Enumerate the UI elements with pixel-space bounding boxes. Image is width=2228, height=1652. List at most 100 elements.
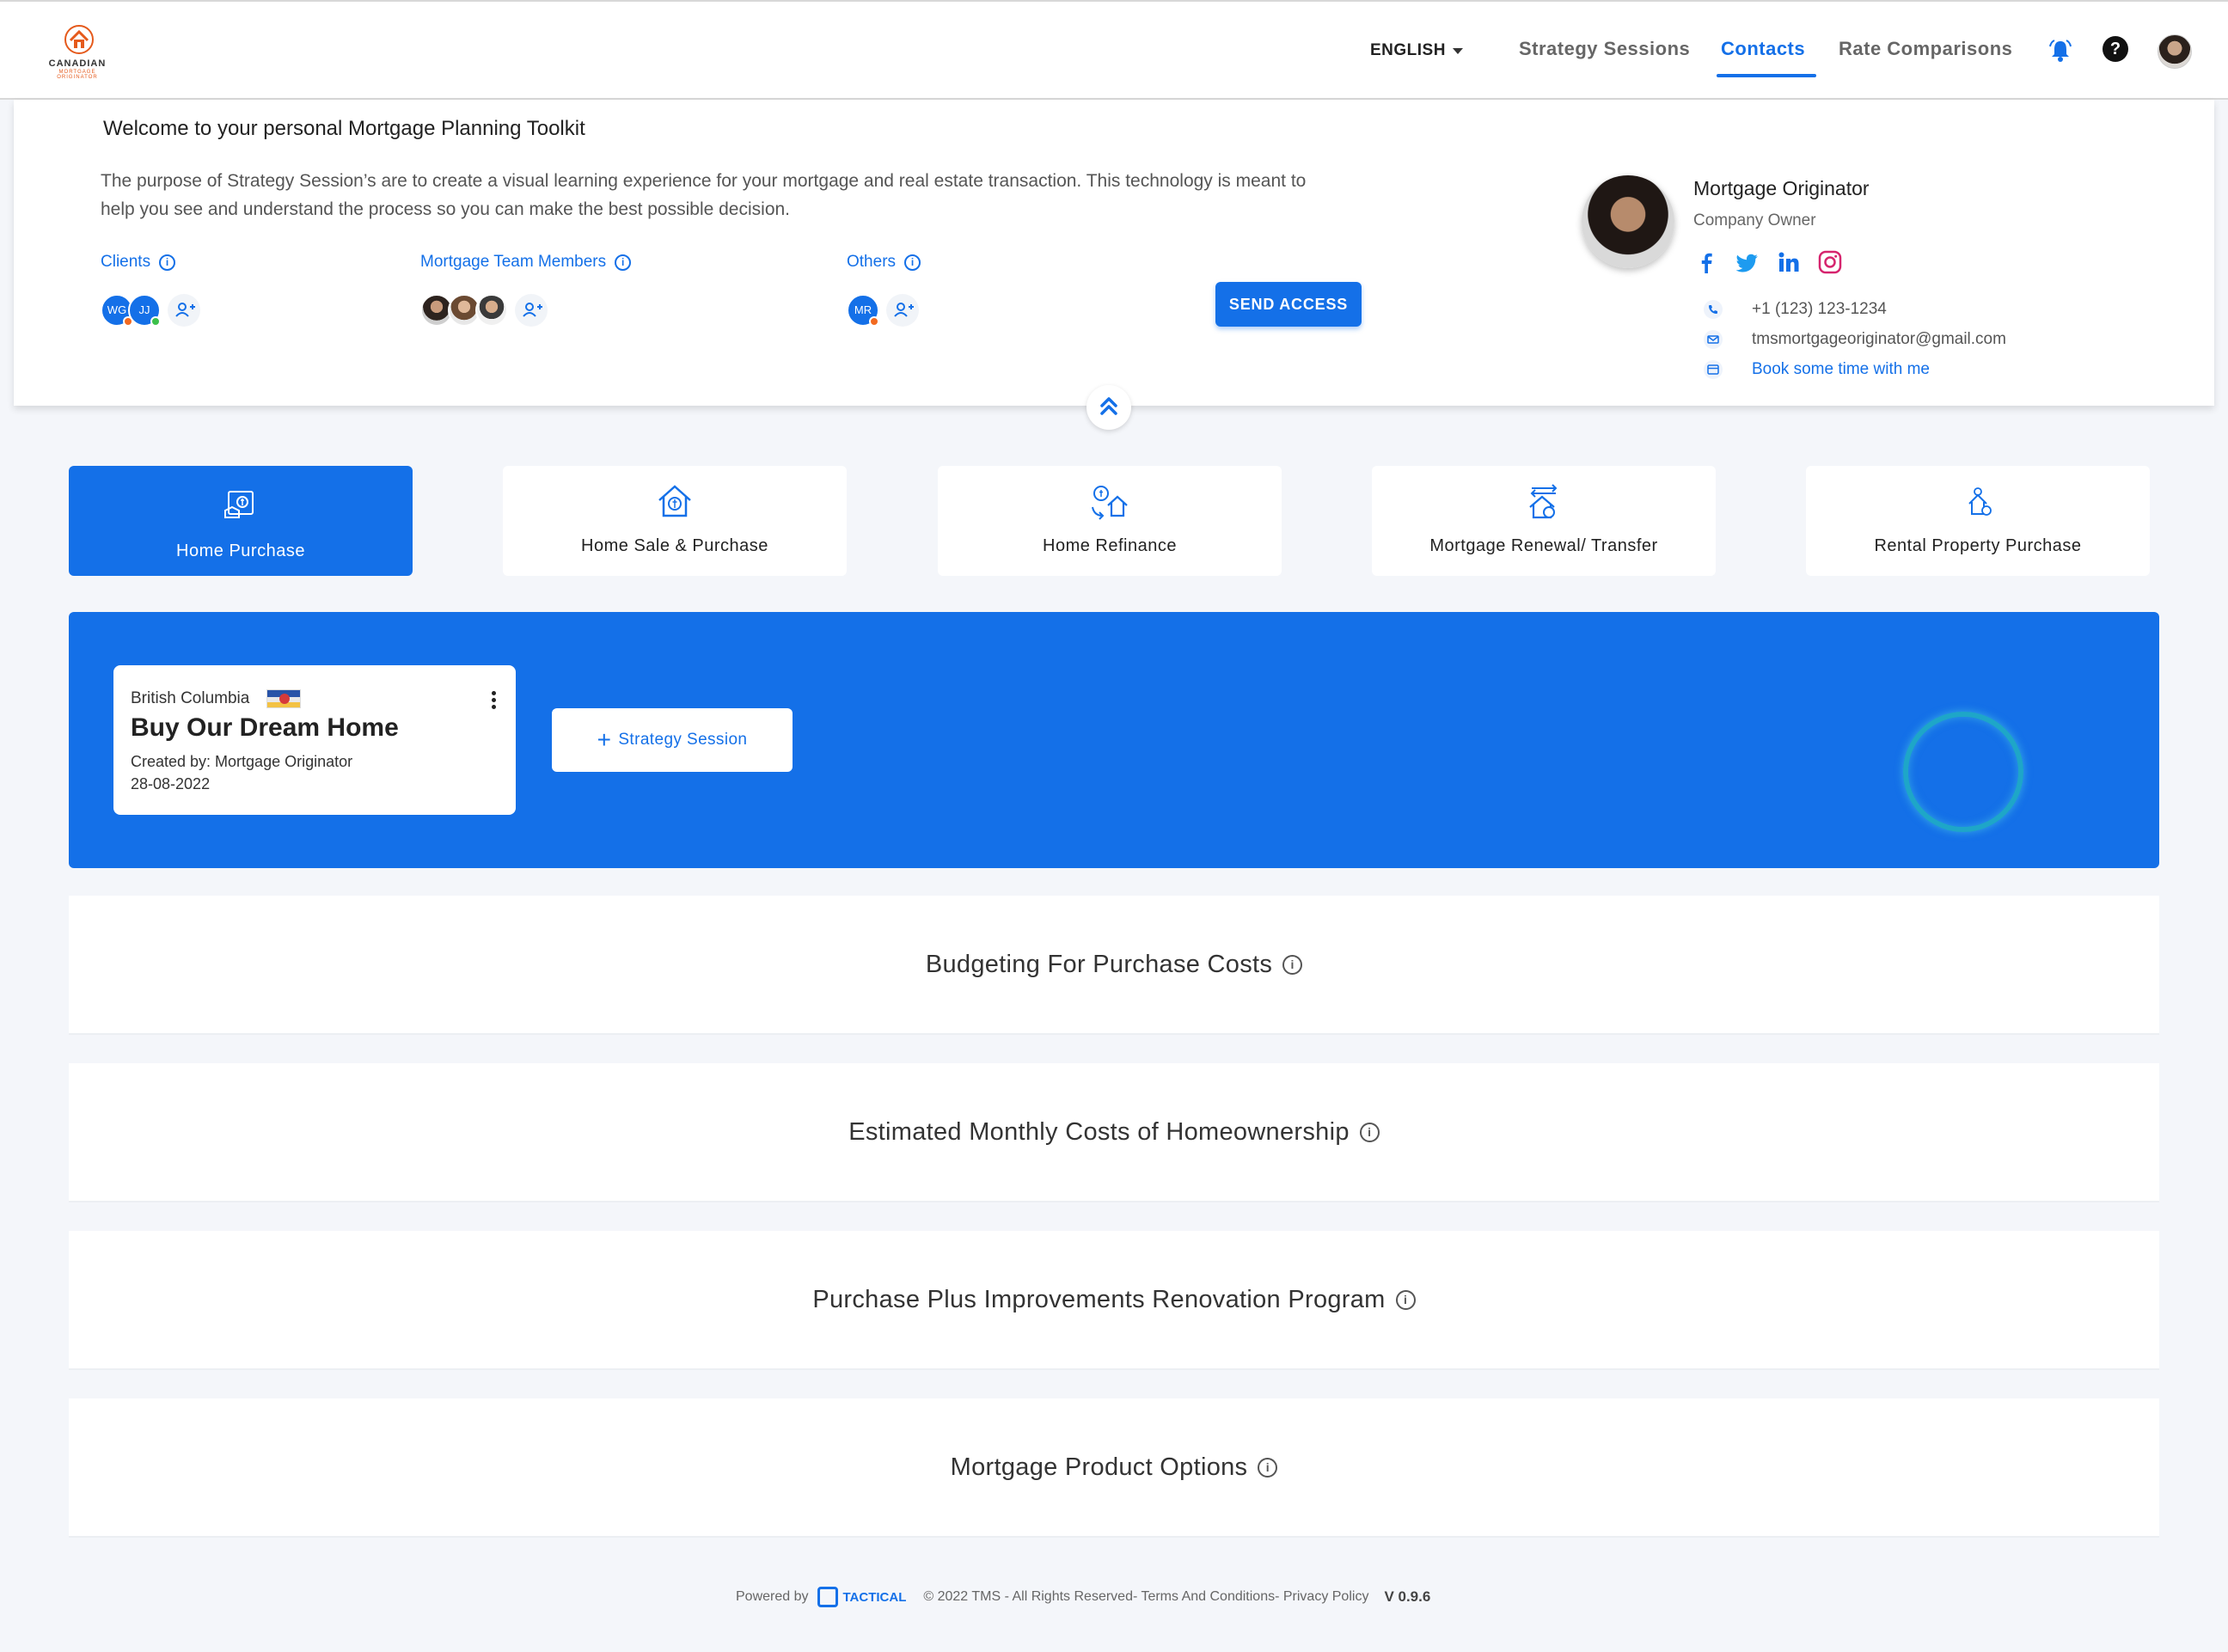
add-person-icon[interactable] [886,294,919,327]
mail-icon [1704,330,1723,349]
tactical-logo[interactable]: TACTICAL [817,1587,907,1607]
linkedin-icon[interactable] [1776,249,1802,275]
originator-photo [1582,175,1674,268]
section-monthly-costs[interactable]: Estimated Monthly Costs of Homeownership… [69,1063,2159,1202]
info-icon[interactable]: i [1282,955,1303,975]
user-avatar[interactable] [2158,34,2192,69]
home-sale-icon [658,485,691,517]
others-label: Others [847,253,897,271]
section-title: Purchase Plus Improvements Renovation Pr… [812,1286,1386,1313]
originator-role: Company Owner [1693,211,1816,229]
team-member-avatar[interactable] [475,294,508,327]
tile-home-sale-purchase[interactable]: Home Sale & Purchase [503,466,847,576]
client-avatar[interactable]: JJ [128,294,161,327]
section-budgeting[interactable]: Budgeting For Purchase Costs i [69,896,2159,1035]
info-icon[interactable]: i [159,254,176,271]
add-person-icon[interactable] [168,294,200,327]
plan-created-by: Created by: Mortgage Originator [131,753,353,770]
section-renovation[interactable]: Purchase Plus Improvements Renovation Pr… [69,1231,2159,1370]
instagram-icon[interactable] [1817,249,1843,275]
house-logo-icon [64,25,94,54]
tile-rental-property[interactable]: Rental Property Purchase [1806,466,2150,576]
logo-brand-text: CANADIAN [48,58,107,69]
bc-flag-icon [266,689,302,708]
send-access-button[interactable]: SEND ACCESS [1215,282,1362,327]
tile-mortgage-renewal[interactable]: Mortgage Renewal/ Transfer [1372,466,1716,576]
section-title-row: Budgeting For Purchase Costs i [69,951,2159,979]
originator-phone: +1 (123) 123-1234 [1752,300,1887,318]
tile-label: Home Purchase [176,541,305,560]
powered-by-label: Powered by [736,1589,809,1604]
plan-card[interactable]: British Columbia Buy Our Dream Home Crea… [113,665,516,815]
info-icon[interactable]: i [1359,1123,1380,1142]
mortgage-renewal-icon [1529,484,1558,519]
calendar-icon [1704,360,1723,379]
plan-region: British Columbia [131,689,302,708]
tile-label: Rental Property Purchase [1874,536,2082,555]
others-label-group: Others i [847,253,921,272]
welcome-description: The purpose of Strategy Session’s are to… [101,171,1307,219]
tile-home-refinance[interactable]: Home Refinance [938,466,1282,576]
rental-property-icon [1968,487,1992,516]
section-title: Budgeting For Purchase Costs [925,951,1273,978]
plan-title: Buy Our Dream Home [131,713,399,742]
info-icon[interactable]: i [904,254,921,271]
top-navbar: CANADIAN MORTGAGE ORIGINATOR ENGLISH Str… [0,0,2228,100]
info-icon[interactable]: i [1258,1458,1278,1478]
add-person-icon[interactable] [515,294,548,327]
originator-phone-row: +1 (123) 123-1234 [1704,300,1887,319]
strategy-banner: British Columbia Buy Our Dream Home Crea… [69,612,2159,868]
add-strategy-session-button[interactable]: + Strategy Session [552,708,793,772]
plus-icon: + [597,726,612,753]
footer-rights[interactable]: © 2022 TMS - All Rights Reserved- Terms … [923,1589,1368,1605]
tactical-logo-icon [817,1587,838,1607]
info-icon[interactable]: i [1395,1290,1416,1310]
team-label: Mortgage Team Members [420,253,607,271]
bell-icon[interactable] [2047,38,2073,64]
active-tab-indicator [1717,74,1816,77]
tactical-name: TACTICAL [842,1589,907,1605]
nav-strategy-sessions[interactable]: Strategy Sessions [1519,38,1690,60]
book-time-row[interactable]: Book some time with me [1704,360,1930,379]
footer: Powered by TACTICAL © 2022 TMS - All Rig… [0,1566,2228,1635]
add-session-label: Strategy Session [618,731,748,749]
info-icon[interactable]: i [615,254,632,271]
other-avatar[interactable]: MR [847,294,879,327]
logo-tagline: MORTGAGE ORIGINATOR [57,70,98,80]
facebook-icon[interactable] [1693,249,1719,275]
double-chevron-up-icon[interactable] [1086,385,1131,430]
loading-spinner [1903,712,2023,832]
section-title-row: Estimated Monthly Costs of Homeownership… [69,1118,2159,1147]
company-logo[interactable]: CANADIAN MORTGAGE ORIGINATOR [45,24,110,80]
language-label: ENGLISH [1370,41,1446,59]
twitter-icon[interactable] [1735,249,1760,275]
originator-email-row: tmsmortgageoriginator@gmail.com [1704,330,2006,349]
more-options-icon[interactable] [492,691,497,710]
nav-contacts[interactable]: Contacts [1721,38,1805,60]
app-version: V 0.9.6 [1384,1588,1431,1605]
language-dropdown[interactable]: ENGLISH [1370,41,1463,60]
home-purchase-icon [224,491,254,518]
welcome-panel: Welcome to your personal Mortgage Planni… [14,100,2214,406]
help-icon[interactable]: ? [2103,36,2128,62]
client-initials: WG [107,303,127,316]
section-title-row: Purchase Plus Improvements Renovation Pr… [69,1286,2159,1314]
book-time-link[interactable]: Book some time with me [1752,360,1930,379]
footer-content: Powered by TACTICAL © 2022 TMS - All Rig… [736,1587,1430,1607]
section-mortgage-products[interactable]: Mortgage Product Options i [69,1398,2159,1538]
welcome-title: Welcome to your personal Mortgage Planni… [103,117,585,140]
tile-home-purchase[interactable]: Home Purchase [69,466,413,576]
team-avatars [420,294,548,327]
other-initials: MR [854,303,872,316]
phone-icon [1704,300,1723,319]
clients-avatars: WG JJ [101,294,200,327]
nav-rate-comparisons[interactable]: Rate Comparisons [1839,38,2012,60]
team-label-group: Mortgage Team Members i [420,253,632,272]
tile-label: Home Refinance [1043,536,1177,555]
client-initials: JJ [138,303,150,316]
chevron-down-icon [1452,47,1463,54]
home-refinance-icon [1092,486,1128,520]
others-avatars: MR [847,294,919,327]
tile-label: Home Sale & Purchase [581,536,768,555]
section-title: Estimated Monthly Costs of Homeownership [848,1118,1350,1146]
